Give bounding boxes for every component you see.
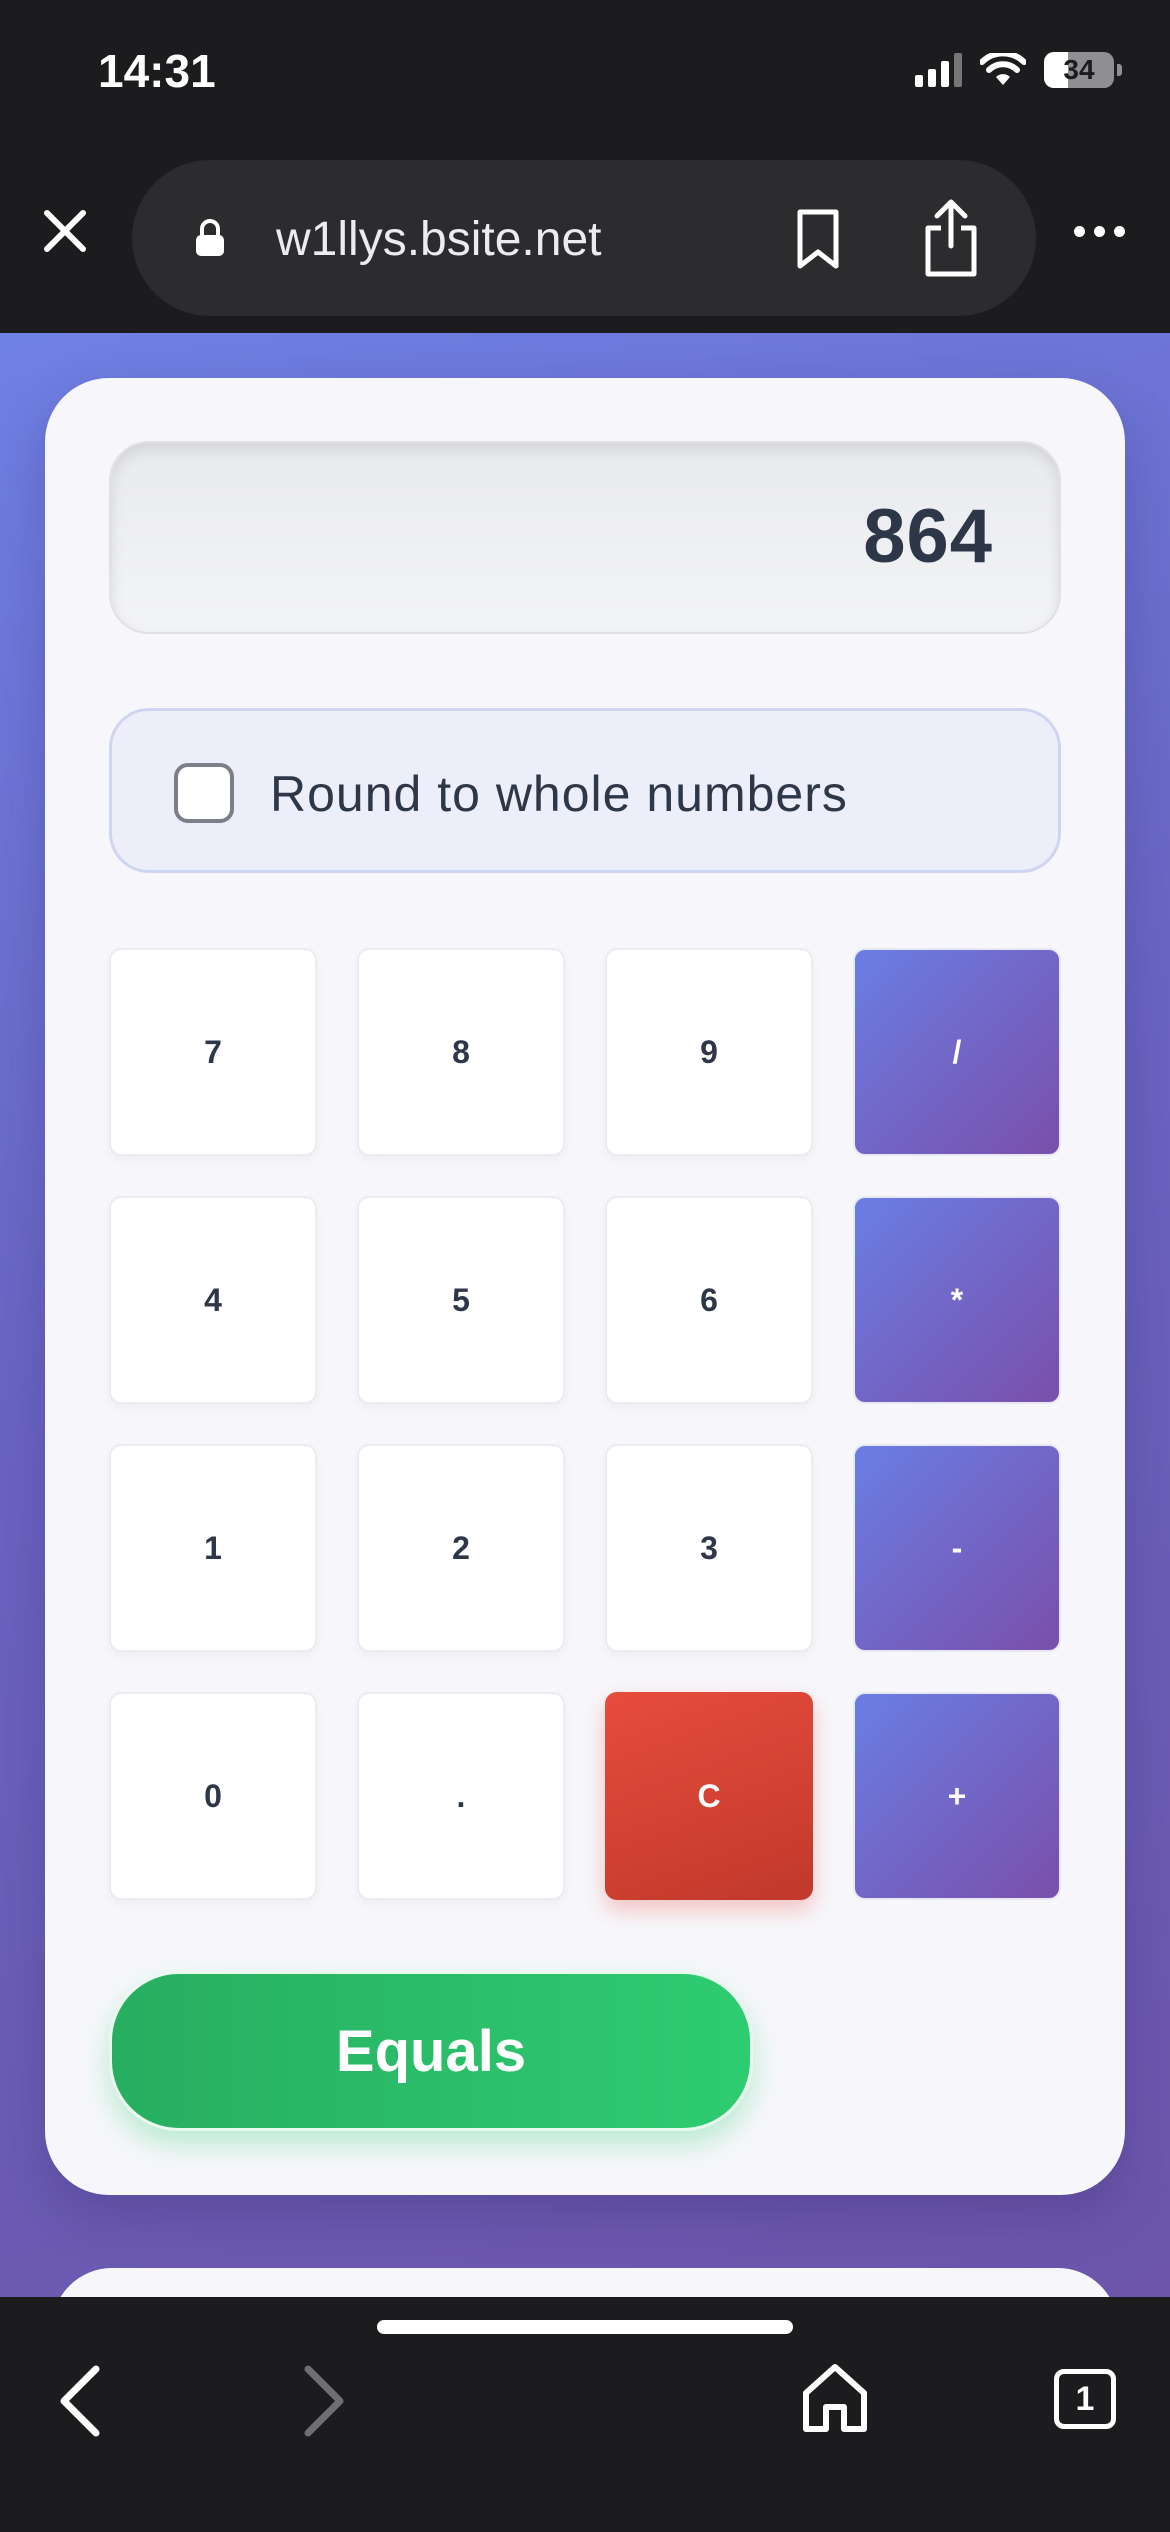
key-digit-9-button[interactable]: 9 xyxy=(605,948,813,1156)
browser-toolbar: w1llys.bsite.net xyxy=(0,150,1170,333)
share-icon[interactable] xyxy=(922,198,980,278)
home-indicator xyxy=(377,2320,793,2334)
key-digit-5-button[interactable]: 5 xyxy=(357,1196,565,1404)
address-bar[interactable]: w1llys.bsite.net xyxy=(132,160,1036,316)
close-button[interactable] xyxy=(32,198,98,264)
display-value: 864 xyxy=(863,494,993,579)
more-icon[interactable] xyxy=(1074,226,1125,237)
key-digit-2-button[interactable]: 2 xyxy=(357,1444,565,1652)
key-divide-button[interactable]: / xyxy=(853,948,1061,1156)
cellular-signal-icon xyxy=(915,53,962,87)
key-digit-6-button[interactable]: 6 xyxy=(605,1196,813,1404)
key-digit-8-button[interactable]: 8 xyxy=(357,948,565,1156)
url-text: w1llys.bsite.net xyxy=(276,213,602,266)
key-digit-3-button[interactable]: 3 xyxy=(605,1444,813,1652)
tabs-icon[interactable]: 1 xyxy=(1054,2369,1116,2429)
key-digit-7-button[interactable]: 7 xyxy=(109,948,317,1156)
calculator-display: 864 xyxy=(109,441,1061,634)
equals-button[interactable]: Equals xyxy=(109,1971,753,2131)
status-indicators: 34 xyxy=(915,52,1122,88)
key-clear-button[interactable]: C xyxy=(605,1692,813,1900)
bookmark-icon[interactable] xyxy=(794,208,842,272)
battery-icon: 34 xyxy=(1044,52,1122,88)
key-decimal-button[interactable]: . xyxy=(357,1692,565,1900)
close-icon xyxy=(44,210,86,252)
lock-icon xyxy=(196,219,224,256)
status-bar: 14:31 34 xyxy=(0,0,1170,150)
key-digit-0-button[interactable]: 0 xyxy=(109,1692,317,1900)
key-digit-1-button[interactable]: 1 xyxy=(109,1444,317,1652)
web-page: 864 Round to whole numbers 7 8 9/ 4 5 6 * 1 2 3- 0… xyxy=(0,333,1170,2297)
keypad: 7 8 9/ 4 5 6 * 1 2 3- 0. C + xyxy=(109,948,1061,1900)
round-label: Round to whole numbers xyxy=(270,766,848,822)
calculator-card: 864 Round to whole numbers 7 8 9/ 4 5 6 * 1 2 3- 0… xyxy=(45,378,1125,2195)
key-subtract-button[interactable]: - xyxy=(853,1444,1061,1652)
next-card xyxy=(52,2268,1118,2297)
key-multiply-button[interactable]: * xyxy=(853,1196,1061,1404)
battery-level: 34 xyxy=(1063,54,1095,85)
key-digit-4-button[interactable]: 4 xyxy=(109,1196,317,1404)
key-add-button[interactable]: + xyxy=(853,1692,1061,1900)
wifi-icon xyxy=(980,53,1026,85)
round-option[interactable]: Round to whole numbers xyxy=(109,708,1061,873)
chevron-right-icon[interactable] xyxy=(300,2363,348,2439)
chevron-left-icon[interactable] xyxy=(56,2363,104,2439)
round-checkbox[interactable] xyxy=(174,763,234,823)
home-icon[interactable] xyxy=(800,2361,870,2435)
status-time: 14:31 xyxy=(98,45,216,97)
